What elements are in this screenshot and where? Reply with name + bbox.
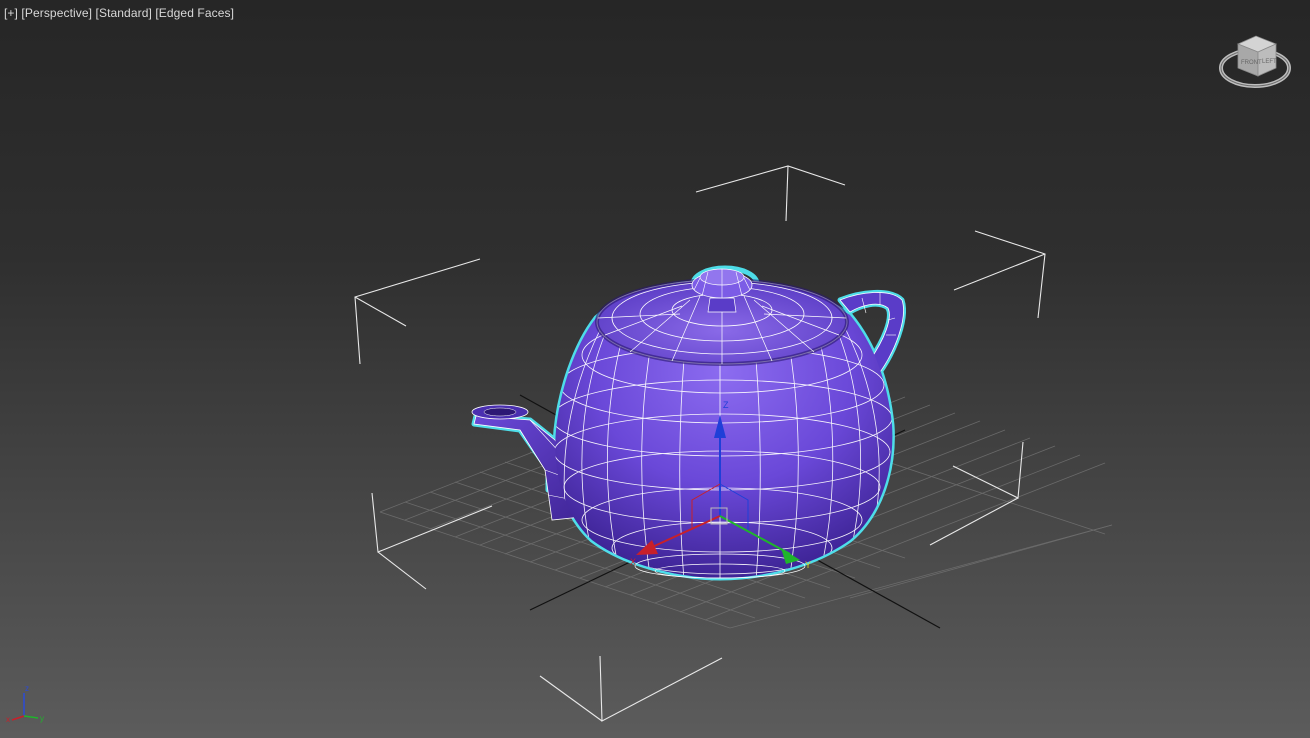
gizmo-y-label: Y	[805, 560, 811, 570]
teapot-lid	[595, 268, 849, 366]
viewcube-front-label: FRONT	[1241, 60, 1262, 66]
perspective-viewport[interactable]: [+] [Perspective] [Standard] [Edged Face…	[0, 0, 1310, 738]
viewcube[interactable]: FRONT LEFT	[1219, 35, 1291, 88]
world-axis-y-label: y	[40, 714, 44, 723]
teapot-object[interactable]	[471, 265, 906, 581]
gizmo-x-label: X	[630, 557, 636, 567]
scene-canvas: Z X Y FRONT LEFT z x y	[6, 35, 1291, 724]
gizmo-z-label: Z	[723, 400, 729, 410]
viewcube-left-label: LEFT	[1262, 59, 1277, 65]
world-axis-z-label: z	[25, 684, 29, 693]
world-axis-tripod: z x y	[6, 684, 44, 724]
world-axis-x-label: x	[6, 715, 10, 724]
